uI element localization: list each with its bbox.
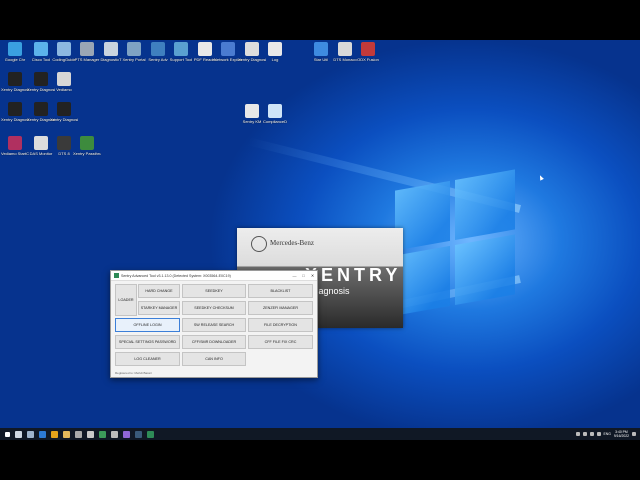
sw-release-search-button[interactable]: SW RELEASE SEARCH — [182, 318, 246, 332]
app-shortcut-icon — [57, 136, 71, 150]
language-indicator[interactable]: ENG — [604, 432, 611, 436]
desktop-icon[interactable]: Xentry Diagnosis — [50, 102, 78, 122]
blacklist-button[interactable]: BLACKLIST — [248, 284, 313, 298]
seedkey-button[interactable]: SEEDKEY — [182, 284, 246, 298]
app-shortcut-icon — [361, 42, 375, 56]
loader-button[interactable]: LOADER — [115, 284, 137, 316]
desktop-icon[interactable]: ComplianceD — [261, 104, 289, 124]
desktop-icon[interactable]: Xentry Passthru — [73, 136, 101, 156]
desktop-icon-label: Xentry Diagnosis — [1, 117, 29, 122]
ie-icon[interactable] — [39, 430, 46, 438]
cff-smr-downloader-button[interactable]: CFF/SMR DOWNLOADER — [182, 335, 246, 349]
app-shortcut-icon — [34, 72, 48, 86]
desktop-icon-label: Xentry Diagnosis — [50, 117, 78, 122]
desktop-icon[interactable]: Vediamo StartCenter — [1, 136, 29, 156]
desktop-icon[interactable]: Xentry Diagnosis — [1, 72, 29, 92]
desktop-icon-label: Xentry Passthru — [73, 151, 101, 156]
app-shortcut-icon — [34, 42, 48, 56]
app-shortcut-icon — [34, 102, 48, 116]
app-shortcut-icon — [338, 42, 352, 56]
app-shortcut-icon — [245, 104, 259, 118]
desktop-icon-label: Vediamo — [56, 87, 72, 92]
battery-icon[interactable] — [596, 432, 601, 436]
cff-file-fix-crc-button[interactable]: CFF FILE FIX CRC — [248, 335, 313, 349]
start-button-icon[interactable] — [5, 431, 10, 437]
window-title: Sentry Advanced Tool v3.1.13.0 (Detected… — [121, 273, 231, 278]
app-shortcut-icon — [268, 42, 282, 56]
special-settings-password-button[interactable]: SPECIAL SETTINGS PASSWORD — [115, 335, 180, 349]
app-shortcut-icon — [198, 42, 212, 56]
minimize-button[interactable]: — — [290, 273, 299, 278]
can-info-button[interactable]: CAN INFO — [182, 352, 246, 366]
file-decryption-button[interactable]: FILE DECRYPTION — [248, 318, 313, 332]
app-shortcut-icon — [8, 72, 22, 86]
volume-icon[interactable] — [589, 432, 594, 436]
taskbar-app-icon[interactable] — [87, 430, 94, 438]
taskbar-app-icon[interactable] — [135, 430, 142, 438]
app-shortcut-icon — [221, 42, 235, 56]
system-tray: ENG 3:40 PM 9/16/2022 — [575, 428, 636, 440]
app-shortcut-icon — [57, 42, 71, 56]
desktop-icon-label: Xentry Diagnosis — [1, 87, 29, 92]
app-shortcut-icon — [8, 136, 22, 150]
chevron-up-icon[interactable] — [575, 432, 580, 436]
desktop-icon-label: Vediamo StartCenter — [1, 151, 29, 156]
desktop: Google Chr Cisco Tool CodingGuide PTS Manag… — [0, 40, 640, 440]
app-shortcut-icon — [127, 42, 141, 56]
seedkey-checksum-button[interactable]: SEEDKEY CHECKSUM — [182, 301, 246, 315]
app-shortcut-icon — [174, 42, 188, 56]
taskbar-app-icon[interactable] — [111, 430, 118, 438]
file-explorer-icon[interactable] — [63, 430, 70, 438]
task-view-icon[interactable] — [27, 430, 34, 438]
clock[interactable]: 3:40 PM 9/16/2022 — [614, 430, 629, 438]
desktop-icon-label: Google Chr — [4, 57, 26, 62]
taskbar: ENG 3:40 PM 9/16/2022 — [0, 428, 640, 440]
windows-logo-wallpaper — [395, 169, 515, 320]
visual-studio-icon[interactable] — [123, 430, 130, 438]
chrome-icon[interactable] — [51, 430, 58, 438]
app-shortcut-icon — [151, 42, 165, 56]
clock-date: 9/16/2022 — [613, 434, 629, 438]
desktop-icon[interactable]: Google Chr — [1, 42, 29, 62]
desktop-icon-label: ODX Fusion — [357, 57, 379, 62]
app-shortcut-icon — [8, 42, 22, 56]
app-shortcut-icon — [80, 42, 94, 56]
desktop-icon[interactable]: Xentry Diagnosis — [1, 102, 29, 122]
desktop-icon-label: Log — [271, 57, 279, 62]
window-titlebar[interactable]: Sentry Advanced Tool v3.1.13.0 (Detected… — [111, 271, 317, 281]
mouse-cursor — [538, 174, 544, 181]
app-icon — [114, 273, 119, 278]
app-shortcut-icon — [57, 102, 71, 116]
sentry-taskbar-icon[interactable] — [147, 430, 154, 438]
app-shortcut-icon — [104, 42, 118, 56]
app-shortcut-icon — [34, 136, 48, 150]
desktop-icon[interactable]: ODX Fusion — [354, 42, 382, 62]
log-cleaner-button[interactable]: LOG CLEANER — [115, 352, 180, 366]
desktop-icon-label: ComplianceD — [262, 119, 287, 124]
desktop-icon[interactable]: Vediamo — [50, 72, 78, 92]
desktop-icon[interactable]: Log — [261, 42, 289, 62]
hard-change-button[interactable]: HARD CHANGE — [138, 284, 180, 298]
app-shortcut-icon — [268, 104, 282, 118]
mercedes-star-icon — [251, 236, 267, 252]
zenzefi-manager-button[interactable]: ZENZEFI MANAGER — [248, 301, 313, 315]
search-icon[interactable] — [15, 430, 22, 438]
starkey-manager-button[interactable]: STARKEY MANAGER — [138, 301, 180, 315]
taskbar-app-icon[interactable] — [99, 430, 106, 438]
taskbar-app-icon[interactable] — [75, 430, 82, 438]
app-shortcut-icon — [80, 136, 94, 150]
notifications-icon[interactable] — [632, 432, 636, 436]
app-shortcut-icon — [57, 72, 71, 86]
splash-maker: Mercedes-Benz — [270, 239, 314, 247]
app-shortcut-icon — [8, 102, 22, 116]
offline-login-button[interactable]: OFFLINE LOGIN — [115, 318, 180, 332]
app-shortcut-icon — [245, 42, 259, 56]
maximize-button[interactable]: □ — [299, 273, 308, 278]
splash-brand: XENTRY — [305, 265, 402, 285]
close-button[interactable]: ✕ — [308, 273, 317, 278]
sentry-tool-window: Sentry Advanced Tool v3.1.13.0 (Detected… — [110, 270, 318, 378]
app-shortcut-icon — [314, 42, 328, 56]
registration-footer: Registered to: Mehdi Bassir — [115, 371, 152, 375]
network-icon[interactable] — [582, 432, 587, 436]
